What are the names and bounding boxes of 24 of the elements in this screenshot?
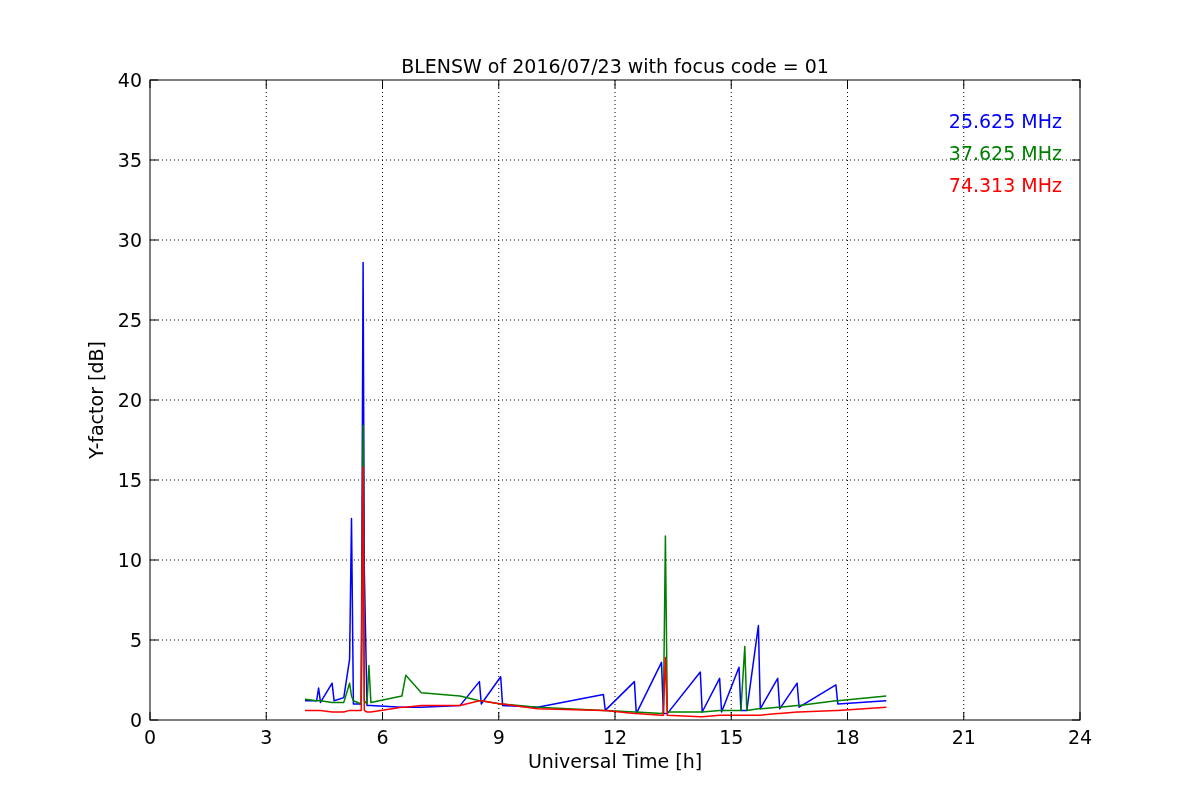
y-tick-label: 20	[117, 389, 142, 411]
y-tick-label: 5	[129, 629, 142, 651]
x-tick-label: 12	[602, 726, 628, 748]
y-tick-label: 25	[117, 309, 142, 331]
chart-title: BLENSW of 2016/07/23 with focus code = 01	[401, 55, 829, 77]
y-tick-label: 10	[117, 549, 142, 571]
y-tick-label: 15	[117, 469, 142, 491]
y-tick-label: 35	[117, 149, 142, 171]
y-tick-label: 40	[117, 69, 142, 91]
legend-label: 74.313 MHz	[948, 174, 1062, 196]
y-axis-label: Y-factor [dB]	[85, 341, 107, 459]
y-tick-label: 0	[129, 709, 142, 731]
x-tick-label: 21	[951, 726, 976, 748]
x-tick-label: 15	[719, 726, 744, 748]
x-tick-label: 3	[260, 726, 273, 748]
x-tick-label: 24	[1067, 726, 1093, 748]
x-tick-label: 9	[492, 726, 505, 748]
legend-label: 25.625 MHz	[948, 110, 1062, 132]
x-tick-label: 18	[835, 726, 860, 748]
x-axis-label: Universal Time [h]	[527, 750, 703, 772]
x-tick-label: 6	[376, 726, 389, 748]
y-tick-label: 30	[117, 229, 142, 251]
x-tick-label: 0	[143, 726, 157, 748]
legend-label: 37.625 MHz	[948, 142, 1062, 164]
